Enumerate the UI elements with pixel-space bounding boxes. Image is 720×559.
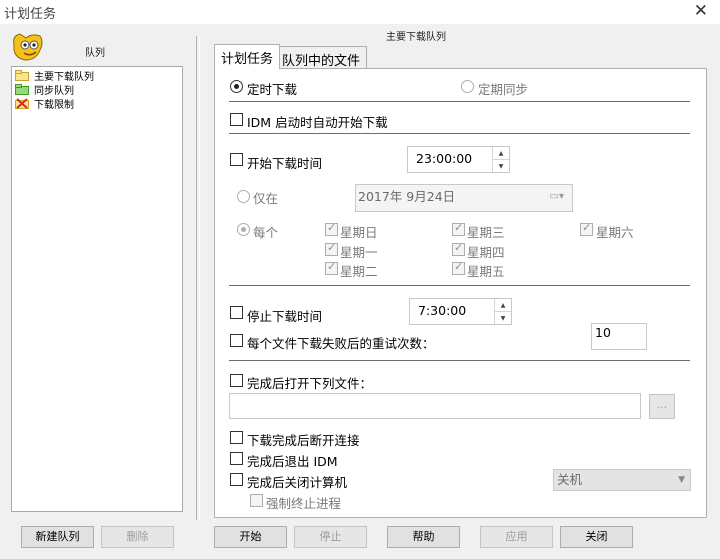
spin-down-icon[interactable]: ▼ <box>493 160 509 173</box>
stop-time-input[interactable]: 7:30:00 ▲ ▼ <box>409 298 512 325</box>
day-saturday-checkbox[interactable] <box>580 221 593 236</box>
apply-button[interactable]: 应用 <box>480 526 553 548</box>
shutdown-label: 完成后关闭计算机 <box>247 475 348 490</box>
idm-logo <box>10 30 46 64</box>
day-friday-label: 星期五 <box>467 264 505 279</box>
shutdown-checkbox[interactable] <box>230 473 243 486</box>
once-radio[interactable] <box>237 190 250 203</box>
shutdown-mode-select[interactable]: 关机 ▼ <box>553 469 691 491</box>
stop-time-spinner[interactable]: ▲ ▼ <box>494 299 511 324</box>
sync-folder-icon <box>15 83 29 95</box>
day-friday-checkbox[interactable] <box>452 260 465 275</box>
day-wednesday-label: 星期三 <box>467 225 505 240</box>
once-label: 仅在 <box>253 191 279 206</box>
chevron-down-icon: ▼ <box>678 475 685 485</box>
calendar-dropdown-icon[interactable]: ▭▾ <box>550 185 564 209</box>
divider <box>229 360 690 361</box>
day-sunday-label: 星期日 <box>340 225 378 240</box>
spin-up-icon[interactable]: ▲ <box>493 147 509 160</box>
shutdown-mode-value: 关机 <box>557 472 583 487</box>
every-radio[interactable] <box>237 223 250 236</box>
day-saturday-label: 星期六 <box>596 225 634 240</box>
auto-start-checkbox[interactable] <box>230 113 243 126</box>
stop-time-checkbox[interactable] <box>230 306 243 319</box>
delete-queue-button[interactable]: 删除 <box>101 526 174 548</box>
stop-time-value: 7:30:00 <box>418 303 467 318</box>
schedule-panel: 定时下载 定期同步 IDM 启动时自动开始下载 开始下载时间 23:00:00 … <box>214 68 707 518</box>
queue-item-sync[interactable]: 同步队列 <box>15 82 74 97</box>
queue-title: 主要下载队列 <box>386 32 446 43</box>
start-time-spinner[interactable]: ▲ ▼ <box>492 147 509 172</box>
folder-icon <box>15 69 29 81</box>
divider <box>229 133 690 134</box>
once-date-value: 2017年 9月24日 <box>358 189 456 204</box>
title-bar: 计划任务 ✕ <box>0 0 720 24</box>
start-button[interactable]: 开始 <box>214 526 287 548</box>
force-kill-label: 强制终止进程 <box>266 496 342 511</box>
force-kill-checkbox[interactable] <box>250 494 263 507</box>
day-monday-label: 星期一 <box>340 245 378 260</box>
queue-list-header: 队列 <box>85 48 105 59</box>
retry-count-input[interactable]: 10 <box>591 323 647 350</box>
new-queue-button[interactable]: 新建队列 <box>21 526 94 548</box>
spin-up-icon[interactable]: ▲ <box>495 299 511 312</box>
splitter-handle[interactable] <box>196 36 200 520</box>
tab-files-in-queue[interactable]: 队列中的文件 <box>275 46 368 69</box>
close-icon[interactable]: ✕ <box>694 1 708 21</box>
retry-count-value: 10 <box>595 325 611 340</box>
timed-download-label: 定时下载 <box>247 82 298 97</box>
exit-idm-label: 完成后退出 IDM <box>247 454 338 469</box>
close-button[interactable]: 关闭 <box>560 526 633 548</box>
start-time-label: 开始下载时间 <box>247 156 323 171</box>
stop-button[interactable]: 停止 <box>294 526 367 548</box>
open-file-label: 完成后打开下列文件： <box>247 376 373 391</box>
spin-down-icon[interactable]: ▼ <box>495 312 511 325</box>
help-button[interactable]: 帮助 <box>387 526 460 548</box>
queue-item-main[interactable]: 主要下载队列 <box>15 68 94 83</box>
day-monday-checkbox[interactable] <box>325 241 338 256</box>
auto-start-label: IDM 启动时自动开始下载 <box>247 115 388 130</box>
window-title: 计划任务 <box>4 7 57 22</box>
divider <box>229 101 690 102</box>
open-file-path-input[interactable] <box>229 393 641 419</box>
hangup-checkbox[interactable] <box>230 431 243 444</box>
queue-tree[interactable]: 主要下载队列 同步队列 下载限制 <box>11 66 183 512</box>
tab-schedule[interactable]: 计划任务 <box>214 44 281 69</box>
open-file-checkbox[interactable] <box>230 374 243 387</box>
limit-icon <box>15 97 29 109</box>
exit-idm-checkbox[interactable] <box>230 452 243 465</box>
periodic-sync-label: 定期同步 <box>478 82 529 97</box>
start-time-value: 23:00:00 <box>416 151 473 166</box>
every-label: 每个 <box>253 225 279 240</box>
retry-checkbox[interactable] <box>230 334 243 347</box>
queue-item-label: 同步队列 <box>34 85 74 97</box>
divider <box>229 285 690 286</box>
day-thursday-label: 星期四 <box>467 245 505 260</box>
start-time-checkbox[interactable] <box>230 153 243 166</box>
once-date-picker[interactable]: 2017年 9月24日 ▭▾ <box>355 184 573 212</box>
day-sunday-checkbox[interactable] <box>325 221 338 236</box>
queue-item-label: 下载限制 <box>34 99 74 111</box>
timed-download-radio[interactable] <box>230 80 243 93</box>
queue-item-label: 主要下载队列 <box>34 71 94 83</box>
hangup-label: 下载完成后断开连接 <box>247 433 360 448</box>
periodic-sync-radio[interactable] <box>461 80 474 93</box>
stop-time-label: 停止下载时间 <box>247 309 323 324</box>
browse-button[interactable]: ... <box>649 394 675 419</box>
day-thursday-checkbox[interactable] <box>452 241 465 256</box>
day-tuesday-checkbox[interactable] <box>325 260 338 275</box>
day-tuesday-label: 星期二 <box>340 264 378 279</box>
queue-item-limit[interactable]: 下载限制 <box>15 96 74 111</box>
day-wednesday-checkbox[interactable] <box>452 221 465 236</box>
retry-label: 每个文件下载失败后的重试次数： <box>247 336 435 351</box>
start-time-input[interactable]: 23:00:00 ▲ ▼ <box>407 146 510 173</box>
